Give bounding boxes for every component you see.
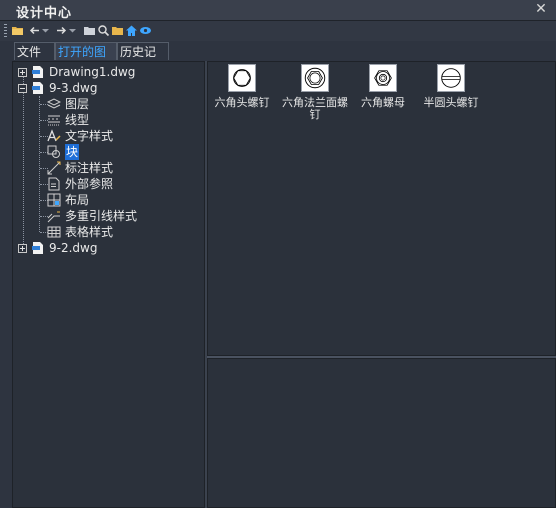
toolbar-grip[interactable]	[4, 24, 7, 38]
tree-item-label: 文字样式	[65, 129, 114, 143]
tree-item-dimension-style[interactable]: 标注样式	[47, 160, 197, 176]
dimension-style-icon	[47, 161, 61, 175]
hex-nut-icon	[369, 64, 397, 92]
forward-dropdown-icon[interactable]	[68, 24, 77, 37]
tree-item-label: 标注样式	[65, 161, 114, 175]
tree-item-9-2[interactable]: 9-2.dwg	[13, 240, 203, 256]
round-head-screw-icon	[437, 64, 465, 92]
tree-item-xref[interactable]: 外部参照	[47, 176, 197, 192]
favorites-icon[interactable]	[111, 24, 124, 37]
back-dropdown-icon[interactable]	[41, 24, 50, 37]
hex-flange-bolt-icon	[301, 64, 329, 92]
title-bar: 设计中心 ✕	[0, 0, 556, 21]
window-title: 设计中心	[16, 6, 73, 21]
close-icon[interactable]: ✕	[534, 1, 548, 17]
content-pane[interactable]: 六角头螺钉 六角法兰面螺钉 六角螺母 半圆头螺钉	[207, 61, 556, 356]
tree-item-label: 9-3.dwg	[49, 81, 98, 95]
tree-item-block[interactable]: 块	[47, 144, 197, 160]
tree-item-drawing1[interactable]: Drawing1.dwg	[13, 64, 203, 80]
tree-item-layout[interactable]: 布局	[47, 192, 197, 208]
home-icon[interactable]	[125, 24, 138, 37]
linetype-icon	[48, 115, 60, 126]
tree-item-label: 9-2.dwg	[49, 241, 98, 255]
block-item-hex-bolt[interactable]: 六角头螺钉	[207, 64, 277, 109]
tree-panel[interactable]: Drawing1.dwg 9-3.dwg 图层 线型 文字样式 块 标注样式 外…	[12, 61, 205, 508]
tree-item-layers[interactable]: 图层	[47, 96, 197, 112]
tab-bar: 文件夹 打开的图形 历史记录	[0, 41, 556, 77]
folder-load-icon[interactable]	[11, 24, 24, 37]
tree-item-linetype[interactable]: 线型	[47, 112, 197, 128]
dwg-file-icon	[32, 82, 43, 94]
dwg-file-icon	[32, 242, 43, 254]
block-icon	[47, 145, 60, 158]
xref-icon	[48, 177, 60, 191]
tree-item-table-style[interactable]: 表格样式	[47, 224, 197, 240]
forward-icon[interactable]	[55, 24, 68, 37]
tree-item-text-style[interactable]: 文字样式	[47, 128, 197, 144]
search-icon[interactable]	[97, 24, 110, 37]
multileader-style-icon	[47, 211, 60, 223]
expand-icon[interactable]	[18, 68, 27, 77]
hex-bolt-icon	[228, 64, 256, 92]
expand-icon[interactable]	[18, 244, 27, 253]
tree-item-label: Drawing1.dwg	[49, 65, 136, 79]
tree-item-label: 外部参照	[65, 177, 114, 191]
preview-pane	[207, 358, 556, 508]
block-label: 半圆头螺钉	[423, 96, 479, 109]
tree-connector	[23, 72, 24, 248]
tree-item-label: 表格样式	[65, 225, 114, 239]
layout-icon	[47, 193, 61, 207]
tree-item-label: 图层	[65, 97, 90, 111]
collapse-icon[interactable]	[18, 84, 27, 93]
tree-item-label: 线型	[65, 113, 90, 127]
up-folder-icon[interactable]	[83, 24, 96, 37]
dwg-file-icon	[32, 66, 43, 78]
tree-item-label: 块	[65, 144, 80, 160]
table-style-icon	[47, 226, 61, 238]
tree-connector	[39, 96, 40, 232]
block-item-hex-nut[interactable]: 六角螺母	[348, 64, 418, 109]
tree-item-label: 布局	[65, 193, 90, 207]
block-label: 六角螺母	[361, 96, 405, 109]
block-label: 六角法兰面螺钉	[282, 96, 348, 121]
text-style-icon	[47, 129, 61, 142]
tab-folders[interactable]: 文件夹	[14, 42, 55, 77]
tree-item-multileader-style[interactable]: 多重引线样式	[47, 208, 197, 224]
tab-history[interactable]: 历史记录	[117, 42, 169, 77]
tab-open-drawings[interactable]: 打开的图形	[55, 42, 117, 77]
block-item-hex-flange-bolt[interactable]: 六角法兰面螺钉	[277, 64, 353, 121]
tree-item-label: 多重引线样式	[65, 209, 138, 223]
toolbar	[0, 21, 556, 41]
back-icon[interactable]	[28, 24, 41, 37]
tree-toggle-icon[interactable]	[139, 24, 152, 37]
block-item-round-head-screw[interactable]: 半圆头螺钉	[416, 64, 486, 109]
tree-item-9-3[interactable]: 9-3.dwg	[13, 80, 203, 96]
layers-icon	[47, 98, 61, 109]
block-label: 六角头螺钉	[214, 96, 270, 109]
